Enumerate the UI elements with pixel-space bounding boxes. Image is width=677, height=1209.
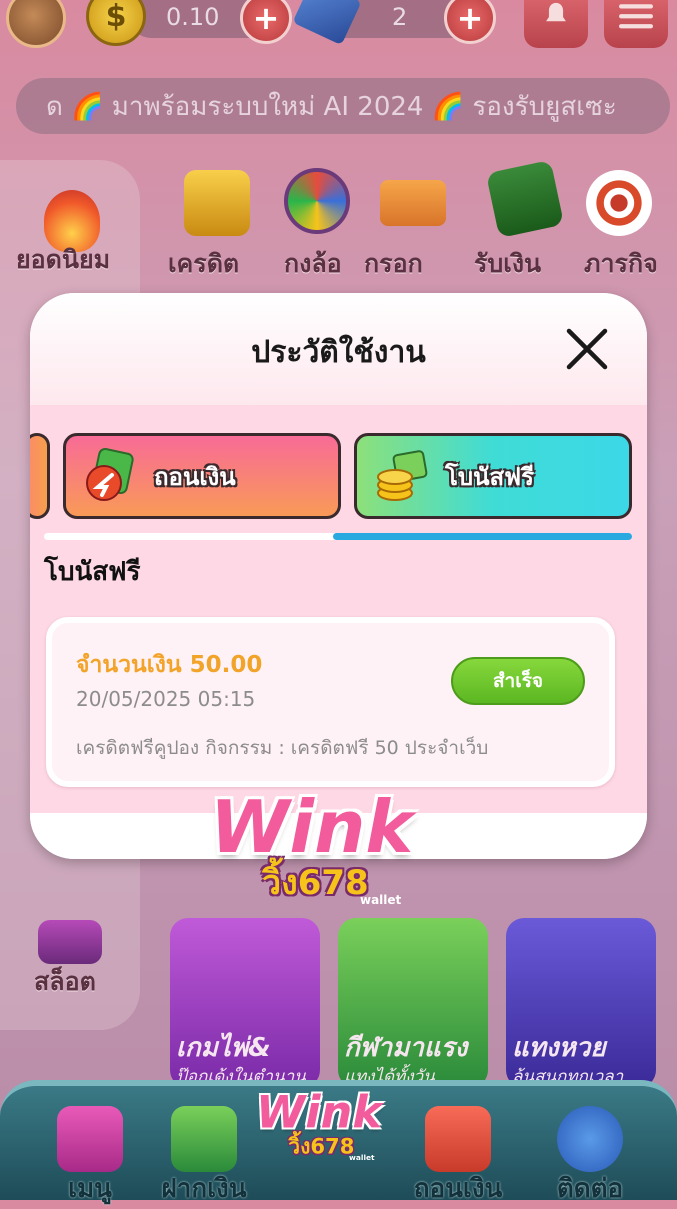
- tab-free-bonus[interactable]: โบนัสฟรี: [354, 433, 632, 519]
- modal-body: ถอนเงิน โบนัสฟรี โบนัสฟรี จำนวนเงิน 50.0…: [30, 405, 647, 813]
- modal-title: ประวัติใช้งาน: [251, 335, 426, 370]
- withdraw-money-icon: [82, 447, 140, 505]
- wink-logo-nav[interactable]: Wink วิ้ง678 wallet: [256, 1086, 417, 1167]
- tab-withdraw-label: ถอนเงิน: [154, 462, 236, 491]
- wink-logo: Wink วิ้ง678 wallet: [210, 785, 470, 915]
- history-record-card: จำนวนเงิน 50.00 20/05/2025 05:15 เครดิตฟ…: [46, 617, 615, 787]
- close-button[interactable]: [565, 327, 609, 371]
- modal-header: ประวัติใช้งาน: [30, 293, 647, 405]
- logo-nav-sub-text: วิ้ง678: [288, 1134, 355, 1160]
- tab-free-bonus-label: โบนัสฟรี: [445, 462, 535, 491]
- tab-indicator-active: [333, 533, 632, 540]
- record-description: เครดิตฟรีคูปอง กิจกรรม : เครดิตฟรี 50 ปร…: [76, 737, 489, 759]
- logo-sub-text: วิ้ง678: [262, 863, 369, 903]
- status-badge: สำเร็จ: [451, 657, 585, 705]
- tab-withdraw[interactable]: ถอนเงิน: [63, 433, 341, 519]
- record-datetime: 20/05/2025 05:15: [76, 687, 256, 711]
- history-modal: ประวัติใช้งาน ถอนเงิน โบนัสฟรี โบนัสฟรี …: [30, 293, 647, 859]
- logo-nav-wallet-text: wallet: [349, 1152, 375, 1162]
- section-title: โบนัสฟรี: [44, 557, 141, 587]
- logo-wallet-text: wallet: [360, 893, 402, 907]
- tab-previous-partial[interactable]: [30, 433, 50, 519]
- coins-cash-icon: [373, 447, 431, 505]
- close-icon: [566, 328, 608, 370]
- record-amount: จำนวนเงิน 50.00: [76, 652, 263, 678]
